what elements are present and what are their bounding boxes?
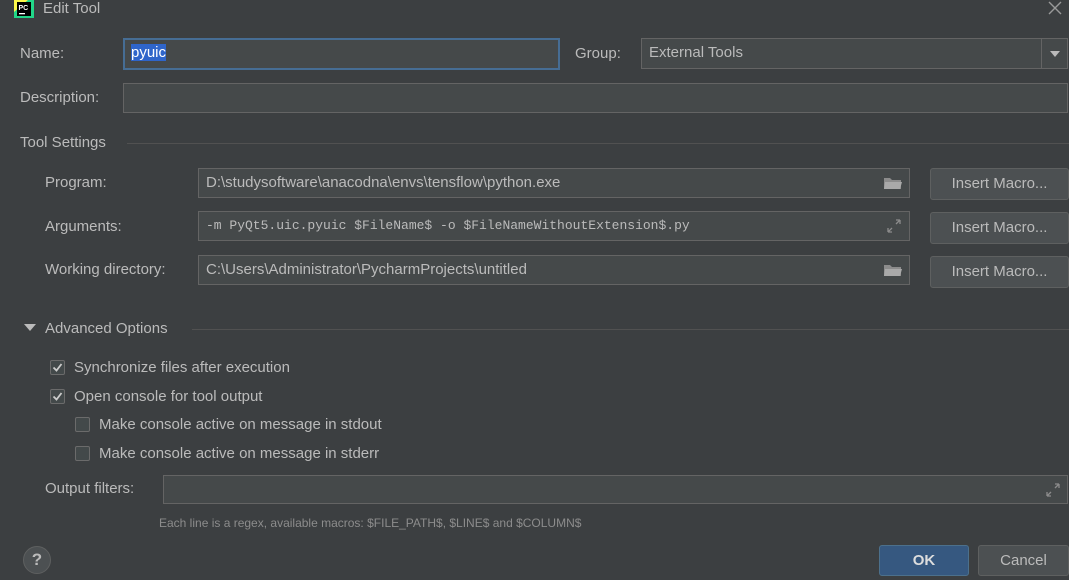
arguments-insert-macro-button[interactable]: Insert Macro...	[930, 212, 1069, 244]
expand-icon[interactable]	[1045, 482, 1061, 498]
program-input[interactable]: D:\studysoftware\anacodna\envs\tensflow\…	[198, 168, 910, 198]
check-icon	[52, 392, 63, 401]
tool-settings-heading: Tool Settings	[20, 134, 106, 151]
app-icon-text: PC	[19, 5, 29, 12]
workdir-insert-macro-button[interactable]: Insert Macro...	[930, 256, 1069, 288]
window-title: Edit Tool	[43, 0, 101, 17]
dropdown-arrow[interactable]	[1041, 39, 1067, 68]
group-label: Group:	[575, 45, 621, 62]
group-value: External Tools	[649, 44, 743, 61]
group-dropdown[interactable]: External Tools	[641, 38, 1068, 69]
edit-tool-dialog: PC Edit Tool Name: pyuic Group: External…	[0, 0, 1069, 580]
program-label: Program:	[45, 174, 107, 191]
output-filters-label: Output filters:	[45, 480, 135, 497]
description-input[interactable]	[123, 83, 1068, 113]
output-filters-input[interactable]	[163, 475, 1068, 504]
expand-icon[interactable]	[886, 218, 902, 234]
program-insert-macro-button[interactable]: Insert Macro...	[930, 168, 1069, 200]
close-icon[interactable]	[1047, 0, 1063, 16]
stderr-label[interactable]: Make console active on message in stderr	[99, 445, 379, 463]
triangle-down-icon[interactable]	[23, 323, 37, 333]
sync-checkbox[interactable]	[50, 360, 65, 375]
pycharm-app-icon: PC	[14, 0, 34, 18]
stderr-checkbox[interactable]	[75, 446, 90, 461]
arguments-input[interactable]: -m PyQt5.uic.pyuic $FileName$ -o $FileNa…	[198, 211, 910, 241]
output-filters-hint: Each line is a regex, available macros: …	[159, 516, 582, 530]
cancel-button[interactable]: Cancel	[978, 545, 1069, 576]
workdir-value: C:\Users\Administrator\PycharmProjects\u…	[206, 261, 527, 278]
section-divider	[127, 143, 1069, 144]
name-value: pyuic	[131, 44, 167, 61]
arguments-value: -m PyQt5.uic.pyuic $FileName$ -o $FileNa…	[206, 218, 690, 233]
advanced-options-heading[interactable]: Advanced Options	[45, 320, 168, 338]
section-divider	[192, 329, 1069, 330]
console-label[interactable]: Open console for tool output	[74, 388, 262, 406]
name-input[interactable]: pyuic	[123, 38, 560, 70]
program-value: D:\studysoftware\anacodna\envs\tensflow\…	[206, 174, 561, 191]
sync-label[interactable]: Synchronize files after execution	[74, 359, 290, 377]
help-button[interactable]: ?	[23, 546, 51, 574]
workdir-input[interactable]: C:\Users\Administrator\PycharmProjects\u…	[198, 255, 910, 285]
title-bar: PC Edit Tool	[0, 0, 1069, 20]
arguments-label: Arguments:	[45, 218, 122, 235]
workdir-label: Working directory:	[45, 261, 166, 278]
chevron-down-icon	[1050, 51, 1060, 57]
check-icon	[52, 363, 63, 372]
description-label: Description:	[20, 89, 100, 106]
name-label: Name:	[20, 45, 65, 62]
console-checkbox[interactable]	[50, 389, 65, 404]
stdout-checkbox[interactable]	[75, 417, 90, 432]
folder-icon[interactable]	[883, 175, 903, 191]
ok-button[interactable]: OK	[879, 545, 969, 576]
folder-icon[interactable]	[883, 262, 903, 278]
stdout-label[interactable]: Make console active on message in stdout	[99, 416, 382, 434]
